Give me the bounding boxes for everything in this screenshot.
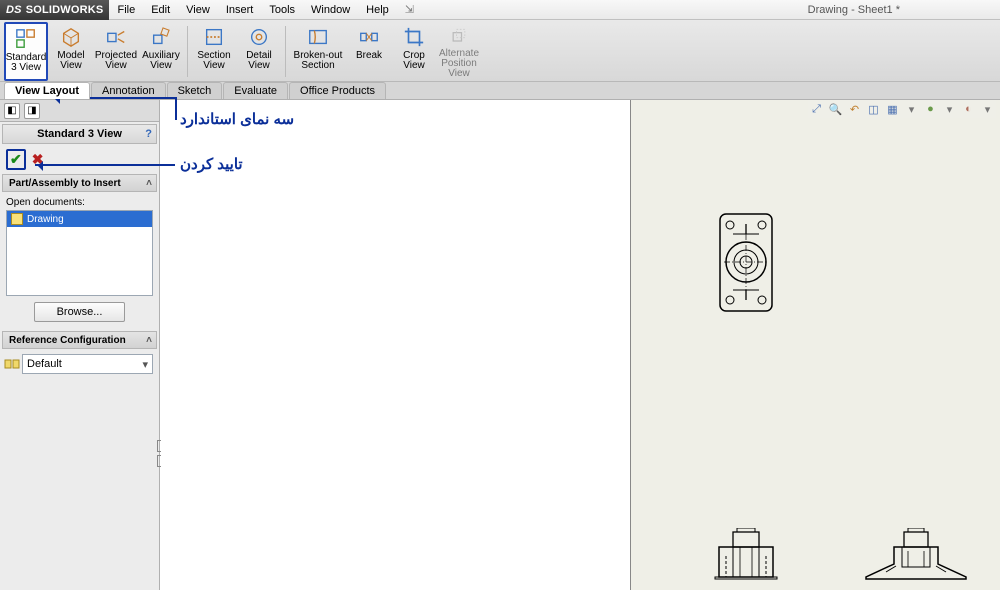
section-label: Reference Configuration bbox=[9, 335, 126, 346]
feature-manager-tab-icon[interactable]: ◧ bbox=[4, 103, 20, 119]
drop-icon[interactable]: ▾ bbox=[980, 102, 995, 117]
section-view-button[interactable]: Section View bbox=[192, 22, 236, 81]
ribbon-label: View bbox=[403, 61, 425, 71]
crop-view-button[interactable]: Crop View bbox=[392, 22, 436, 81]
projected-view-icon bbox=[105, 26, 127, 48]
confirm-button[interactable]: ✔ bbox=[6, 149, 26, 170]
document-title: Drawing - Sheet1 * bbox=[808, 4, 900, 16]
browse-button[interactable]: Browse... bbox=[34, 302, 126, 322]
standard-3-view-icon bbox=[15, 28, 37, 50]
configuration-select[interactable]: Default bbox=[22, 354, 153, 374]
menu-insert[interactable]: Insert bbox=[218, 0, 262, 19]
panel-title-label: Standard 3 View bbox=[37, 128, 122, 140]
section-reference-configuration[interactable]: Reference Configuration ˄ bbox=[2, 331, 157, 349]
ribbon-label: View bbox=[150, 61, 172, 71]
chevron-up-icon: ˄ bbox=[146, 178, 152, 189]
view-settings-icon[interactable]: ◐ bbox=[961, 102, 976, 117]
hide-show-icon[interactable]: ● bbox=[923, 102, 938, 117]
ribbon-label: Section bbox=[301, 61, 334, 71]
alternate-position-view-button: Alternate Position View bbox=[437, 22, 481, 81]
display-style-icon[interactable]: ▦ bbox=[885, 102, 900, 117]
model-view-button[interactable]: Model View bbox=[49, 22, 93, 81]
ds-logo-icon: DS bbox=[6, 4, 22, 16]
menu-file[interactable]: File bbox=[109, 0, 143, 19]
ok-cancel-row: ✔ ✖ bbox=[0, 146, 159, 173]
ribbon-separator bbox=[285, 26, 286, 77]
open-documents-label: Open documents: bbox=[6, 197, 153, 208]
crop-view-icon bbox=[403, 26, 425, 48]
ribbon-label: View bbox=[105, 61, 127, 71]
ribbon-label: View bbox=[60, 61, 82, 71]
drawing-front-view bbox=[711, 528, 781, 583]
section-part-assembly[interactable]: Part/Assembly to Insert ˄ bbox=[2, 174, 157, 192]
broken-out-icon bbox=[307, 26, 329, 48]
standard-3-view-button[interactable]: Standard 3 View bbox=[4, 22, 48, 81]
ribbon-label: View bbox=[448, 69, 470, 79]
panel-title: Standard 3 View ? bbox=[2, 124, 157, 144]
ribbon-label: View bbox=[248, 61, 270, 71]
configuration-row: Default bbox=[0, 350, 159, 378]
auxiliary-view-icon bbox=[150, 26, 172, 48]
tab-office-products[interactable]: Office Products bbox=[289, 82, 386, 99]
open-documents-list[interactable]: Drawing bbox=[6, 210, 153, 296]
configuration-value: Default bbox=[27, 358, 62, 370]
menu-pin-icon[interactable]: ⇲ bbox=[397, 0, 422, 19]
prev-view-icon[interactable]: ↶ bbox=[847, 102, 862, 117]
detail-view-icon bbox=[248, 26, 270, 48]
workspace: ◧ ◨ Standard 3 View ? ✔ ✖ Part/Assembly … bbox=[0, 100, 1000, 590]
drawing-sheet[interactable]: ⤢ 🔍 ↶ ◫ ▦ ▾ ● ▾ ◐ ▾ bbox=[630, 100, 1000, 590]
property-manager-panel: ◧ ◨ Standard 3 View ? ✔ ✖ Part/Assembly … bbox=[0, 100, 160, 590]
zoom-area-icon[interactable]: 🔍 bbox=[828, 102, 843, 117]
part-file-icon bbox=[11, 213, 23, 225]
section-icon[interactable]: ◫ bbox=[866, 102, 881, 117]
drawing-top-view bbox=[716, 210, 776, 315]
ribbon: Standard 3 View Model View Projected Vie… bbox=[0, 20, 1000, 82]
menu-bar: DS SOLIDWORKS File Edit View Insert Tool… bbox=[0, 0, 1000, 20]
property-manager-tab-icon[interactable]: ◨ bbox=[24, 103, 40, 119]
ribbon-label: Break bbox=[356, 51, 382, 61]
ribbon-label: 3 View bbox=[11, 63, 41, 73]
section-view-icon bbox=[203, 26, 225, 48]
drop-icon[interactable]: ▾ bbox=[942, 102, 957, 117]
ribbon-separator bbox=[187, 26, 188, 77]
app-brand: SOLIDWORKS bbox=[26, 4, 104, 16]
zoom-fit-icon[interactable]: ⤢ bbox=[809, 102, 824, 117]
list-item-label: Drawing bbox=[27, 214, 64, 225]
projected-view-button[interactable]: Projected View bbox=[94, 22, 138, 81]
drawing-side-view bbox=[856, 528, 976, 583]
section-label: Part/Assembly to Insert bbox=[9, 178, 121, 189]
sheet-origin-marker bbox=[157, 455, 161, 467]
alt-position-icon bbox=[448, 26, 470, 46]
section-body: Open documents: Drawing Browse... bbox=[0, 193, 159, 330]
annotation-connector bbox=[175, 97, 177, 120]
tab-evaluate[interactable]: Evaluate bbox=[223, 82, 288, 99]
detail-view-button[interactable]: Detail View bbox=[237, 22, 281, 81]
break-icon bbox=[358, 26, 380, 48]
menu-tools[interactable]: Tools bbox=[261, 0, 303, 19]
panel-tabs: ◧ ◨ bbox=[0, 100, 159, 122]
auxiliary-view-button[interactable]: Auxiliary View bbox=[139, 22, 183, 81]
sheet-origin-marker bbox=[157, 440, 161, 452]
ribbon-label: View bbox=[203, 61, 225, 71]
chevron-up-icon: ˄ bbox=[146, 335, 152, 346]
help-icon[interactable]: ? bbox=[145, 128, 152, 140]
app-logo: DS SOLIDWORKS bbox=[0, 0, 109, 20]
broken-out-section-button[interactable]: Broken-out Section bbox=[290, 22, 346, 81]
menu-window[interactable]: Window bbox=[303, 0, 358, 19]
list-item[interactable]: Drawing bbox=[7, 211, 152, 227]
break-button[interactable]: Break bbox=[347, 22, 391, 81]
model-view-icon bbox=[60, 26, 82, 48]
graphics-area[interactable]: ⤢ 🔍 ↶ ◫ ▦ ▾ ● ▾ ◐ ▾ bbox=[160, 100, 1000, 590]
menu-help[interactable]: Help bbox=[358, 0, 397, 19]
annotation-arrow bbox=[35, 164, 175, 166]
annotation-text: تایید کردن bbox=[180, 155, 243, 173]
tab-view-layout[interactable]: View Layout bbox=[4, 82, 90, 99]
menu-view[interactable]: View bbox=[178, 0, 218, 19]
drop-icon[interactable]: ▾ bbox=[904, 102, 919, 117]
annotation-text: سه نمای استاندارد bbox=[180, 110, 294, 128]
menu-edit[interactable]: Edit bbox=[143, 0, 178, 19]
configuration-icon bbox=[4, 356, 20, 372]
heads-up-toolbar: ⤢ 🔍 ↶ ◫ ▦ ▾ ● ▾ ◐ ▾ bbox=[808, 100, 996, 118]
